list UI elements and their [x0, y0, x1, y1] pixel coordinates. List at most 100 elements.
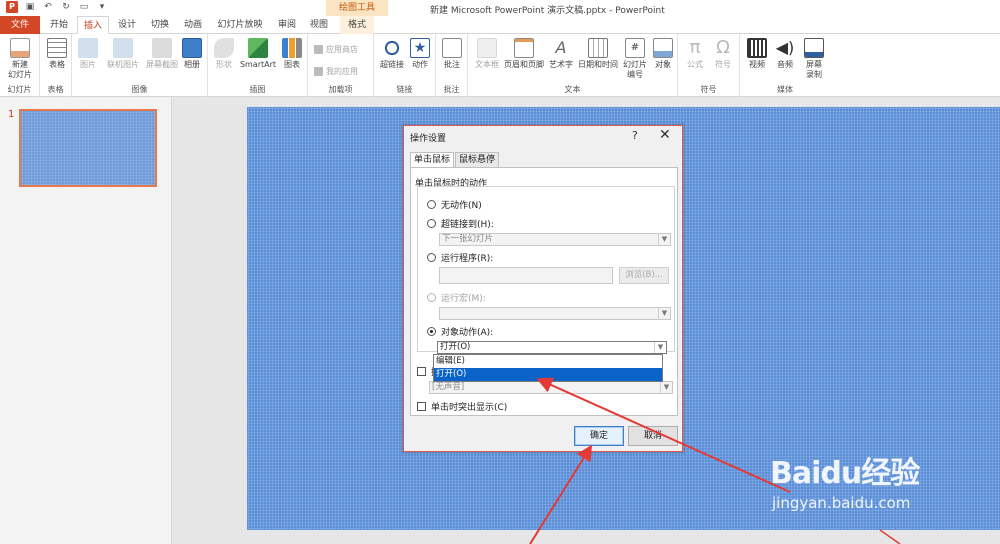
dialog-title: 操作设置: [410, 134, 447, 144]
dropdown-item-open[interactable]: 打开(O): [434, 368, 662, 381]
comment-button[interactable]: 批注: [440, 38, 464, 70]
my-apps-button[interactable]: 我的应用: [314, 66, 358, 77]
group-comments: 批注 批注: [436, 34, 468, 97]
watermark-brand: Baidu经验: [770, 456, 920, 491]
browse-button[interactable]: 浏览(B)...: [619, 267, 669, 284]
tab-file[interactable]: 文件: [0, 16, 40, 34]
screenshot-button[interactable]: 屏幕截图: [144, 38, 180, 70]
slide-number-icon: #: [625, 38, 645, 58]
dropdown-item-edit[interactable]: 编辑(E): [434, 355, 662, 368]
object-icon: [653, 38, 673, 58]
close-icon[interactable]: ✕: [659, 127, 671, 143]
hyperlink-icon: [382, 38, 402, 58]
macro-select[interactable]: ▼: [439, 307, 671, 320]
textbox-button[interactable]: 文本框: [472, 38, 502, 70]
ok-button[interactable]: 确定: [574, 426, 624, 446]
action-star-icon: ★: [410, 38, 430, 58]
tab-format[interactable]: 格式: [340, 16, 374, 34]
album-button[interactable]: 相册: [180, 38, 204, 70]
header-footer-button[interactable]: 页眉和页脚: [502, 38, 546, 70]
highlight-click-checkbox[interactable]: 单击时突出显示(C): [417, 400, 507, 413]
tab-insert[interactable]: 插入: [77, 16, 109, 34]
tab-home[interactable]: 开始: [44, 16, 74, 34]
datetime-button[interactable]: 日期和时间: [576, 38, 620, 70]
save-icon[interactable]: ▣: [24, 1, 36, 13]
video-button[interactable]: 视频: [744, 38, 770, 70]
tab-mouse-over[interactable]: 鼠标悬停: [455, 152, 500, 167]
hyperlink-button[interactable]: 超链接: [376, 38, 408, 70]
ribbon: 新建 幻灯片 幻灯片 表格 表格 图片 联机图片 屏幕截图 相册 图像 形状 S…: [0, 34, 1000, 97]
tab-slideshow[interactable]: 幻灯片放映: [212, 16, 268, 34]
present-icon[interactable]: ▭: [78, 1, 90, 13]
online-picture-icon: [113, 38, 133, 58]
object-action-select[interactable]: 打开(O) ▼: [437, 341, 667, 354]
arrow-tail: [879, 529, 901, 544]
sound-select[interactable]: [无声音] ▼: [429, 381, 673, 394]
tab-design[interactable]: 设计: [112, 16, 142, 34]
screen-recording-button[interactable]: 屏幕 录制: [800, 38, 828, 80]
table-button[interactable]: 表格: [46, 38, 68, 70]
watermark-url: jingyan.baidu.com: [772, 494, 911, 512]
camera-icon: [152, 38, 172, 58]
object-action-dropdown-list: 编辑(E) 打开(O): [433, 354, 663, 382]
radio-dot: [427, 219, 436, 228]
radio-hyperlink[interactable]: 超链接到(H):: [427, 217, 494, 230]
shapes-icon: [214, 38, 234, 58]
hyperlink-select[interactable]: 下一张幻灯片 ▼: [439, 233, 671, 246]
store-icon: [314, 45, 323, 54]
radio-dot-selected: [427, 327, 436, 336]
equation-button[interactable]: π 公式: [682, 38, 708, 70]
textbox-icon: [477, 38, 497, 58]
dialog-tabs: 单击鼠标 鼠标悬停: [410, 152, 500, 168]
tab-transitions[interactable]: 切换: [145, 16, 175, 34]
redo-icon[interactable]: ↻: [60, 1, 72, 13]
smartart-icon: [248, 38, 268, 58]
cancel-button[interactable]: 取消: [628, 426, 678, 446]
tab-review[interactable]: 审阅: [272, 16, 302, 34]
shapes-button[interactable]: 形状: [212, 38, 236, 70]
customize-qat-icon[interactable]: ▾: [96, 1, 108, 13]
help-icon[interactable]: ?: [632, 129, 638, 142]
new-slide-button[interactable]: 新建 幻灯片: [4, 38, 36, 80]
group-tables: 表格 表格: [40, 34, 72, 97]
online-picture-button[interactable]: 联机图片: [104, 38, 142, 70]
slide-thumbnail[interactable]: [19, 109, 157, 187]
group-symbols: π 公式 Ω 符号 符号: [678, 34, 740, 97]
checkbox-box: [417, 367, 426, 376]
program-path-input[interactable]: [439, 267, 613, 284]
radio-run-program[interactable]: 运行程序(R):: [427, 251, 493, 264]
radio-dot: [427, 293, 436, 302]
apps-icon: [314, 67, 323, 76]
store-button[interactable]: 应用商店: [314, 44, 358, 55]
group-images: 图片 联机图片 屏幕截图 相册 图像: [72, 34, 208, 97]
slide-number-button[interactable]: # 幻灯片 编号: [620, 38, 650, 80]
ribbon-tabs: 文件 开始 插入 设计 切换 动画 幻灯片放映 审阅 视图 格式: [0, 16, 1000, 34]
powerpoint-logo-icon: P: [6, 1, 18, 13]
tab-view[interactable]: 视图: [304, 16, 334, 34]
chevron-down-icon: ▼: [654, 342, 666, 353]
album-icon: [182, 38, 202, 58]
slide-thumbnail-panel: 1: [0, 97, 172, 544]
film-icon: [747, 38, 767, 58]
radio-dot: [427, 253, 436, 262]
radio-none[interactable]: 无动作(N): [427, 198, 482, 211]
object-button[interactable]: 对象: [650, 38, 676, 70]
undo-icon[interactable]: ↶: [42, 1, 54, 13]
tab-animations[interactable]: 动画: [178, 16, 208, 34]
comment-icon: [442, 38, 462, 58]
action-settings-dialog: 操作设置 ? ✕ 单击鼠标 鼠标悬停 单击鼠标时的动作 无动作(N) 超链接到(…: [403, 125, 683, 452]
calendar-icon: [588, 38, 608, 58]
chart-button[interactable]: 图表: [280, 38, 304, 70]
symbol-button[interactable]: Ω 符号: [710, 38, 736, 70]
radio-object-action[interactable]: 对象动作(A):: [427, 325, 493, 338]
quick-access-toolbar: P ▣ ↶ ↻ ▭ ▾: [6, 1, 108, 13]
picture-button[interactable]: 图片: [76, 38, 100, 70]
smartart-button[interactable]: SmartArt: [238, 38, 278, 70]
action-button[interactable]: ★ 动作: [408, 38, 432, 70]
chevron-down-icon: ▼: [660, 382, 672, 393]
radio-run-macro[interactable]: 运行宏(M):: [427, 291, 486, 304]
tab-mouse-click[interactable]: 单击鼠标: [410, 152, 455, 168]
audio-button[interactable]: ◀) 音频: [772, 38, 798, 70]
group-text: 文本框 页眉和页脚 A 艺术字 日期和时间 # 幻灯片 编号 对象 文本: [468, 34, 678, 97]
wordart-button[interactable]: A 艺术字: [546, 38, 576, 70]
